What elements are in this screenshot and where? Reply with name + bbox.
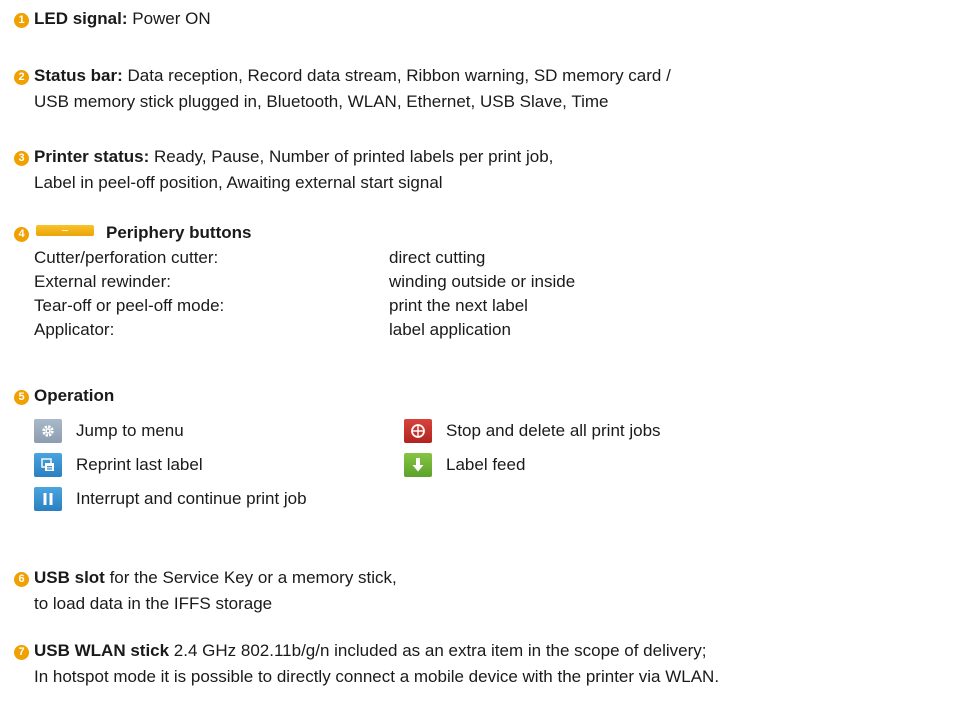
item-led-signal: 1 LED signal: Power ON xyxy=(14,6,954,32)
item-title: Status bar: xyxy=(34,66,123,85)
item-title: Periphery buttons xyxy=(106,223,252,242)
item-title: LED signal: xyxy=(34,9,128,28)
gear-icon xyxy=(34,419,62,443)
item-text-continued: In hotspot mode it is possible to direct… xyxy=(34,667,720,686)
number-badge: 5 xyxy=(14,390,29,405)
arrow-down-icon xyxy=(404,453,432,477)
item-operation: 5 Operation Jump to menu Stop and delete… xyxy=(14,383,954,516)
periphery-button-icon xyxy=(36,225,94,236)
item-title: Operation xyxy=(34,386,115,405)
operation-reprint: Reprint last label xyxy=(34,453,404,477)
operation-pause: Interrupt and continue print job xyxy=(34,487,307,511)
number-badge: 3 xyxy=(14,151,29,166)
periphery-label: Cutter/perforation cutter: xyxy=(34,248,219,267)
operation-label: Stop and delete all print jobs xyxy=(446,421,661,440)
item-usb-wlan-stick: 7 USB WLAN stick 2.4 GHz 802.11b/g/n incl… xyxy=(14,638,954,690)
operation-label: Label feed xyxy=(446,455,526,474)
number-badge: 1 xyxy=(14,13,29,28)
periphery-label: Applicator: xyxy=(34,320,115,339)
item-text: 2.4 GHz 802.11b/g/n included as an extra… xyxy=(169,641,707,660)
operation-label: Jump to menu xyxy=(76,421,184,440)
periphery-value: label application xyxy=(389,320,511,339)
number-badge: 2 xyxy=(14,70,29,85)
item-text-continued: USB memory stick plugged in, Bluetooth, … xyxy=(34,92,609,111)
operation-row: Jump to menu Stop and delete all print j… xyxy=(14,414,954,448)
number-badge: 6 xyxy=(14,572,29,587)
item-status-bar: 2 Status bar: Data reception, Record data… xyxy=(14,63,954,115)
pause-icon xyxy=(34,487,62,511)
item-title: Printer status: xyxy=(34,147,150,166)
operation-label: Interrupt and continue print job xyxy=(76,489,307,508)
operation-row: Interrupt and continue print job xyxy=(14,482,954,516)
item-text: Data reception, Record data stream, Ribb… xyxy=(122,66,671,85)
periphery-value: print the next label xyxy=(389,296,528,315)
item-printer-status: 3 Printer status: Ready, Pause, Number of… xyxy=(14,144,954,196)
item-text-continued: Label in peel-off position, Awaiting ext… xyxy=(34,173,443,192)
stop-icon xyxy=(404,419,432,443)
periphery-table: Cutter/perforation cutter: direct cuttin… xyxy=(14,246,954,342)
number-badge: 7 xyxy=(14,645,29,660)
operation-feed: Label feed xyxy=(404,453,774,477)
periphery-label: Tear-off or peel-off mode: xyxy=(34,296,225,315)
periphery-value: winding outside or inside xyxy=(389,272,576,291)
operation-row: Reprint last label Label feed xyxy=(14,448,954,482)
item-usb-slot: 6 USB slot for the Service Key or a memor… xyxy=(14,565,954,617)
item-periphery-buttons: 4 Periphery buttons Cutter/perforation cu… xyxy=(14,220,954,342)
item-title: USB slot xyxy=(34,568,105,587)
operation-menu: Jump to menu xyxy=(34,419,404,443)
item-text: for the Service Key or a memory stick, xyxy=(104,568,397,587)
item-title: USB WLAN stick xyxy=(34,641,170,660)
operation-stop: Stop and delete all print jobs xyxy=(404,419,774,443)
operation-label: Reprint last label xyxy=(76,455,203,474)
item-text-continued: to load data in the IFFS storage xyxy=(34,594,273,613)
periphery-value: direct cutting xyxy=(389,248,486,267)
item-text: Power ON xyxy=(127,9,211,28)
periphery-label: External rewinder: xyxy=(34,272,172,291)
number-badge: 4 xyxy=(14,227,29,242)
reprint-icon xyxy=(34,453,62,477)
item-text: Ready, Pause, Number of printed labels p… xyxy=(149,147,554,166)
